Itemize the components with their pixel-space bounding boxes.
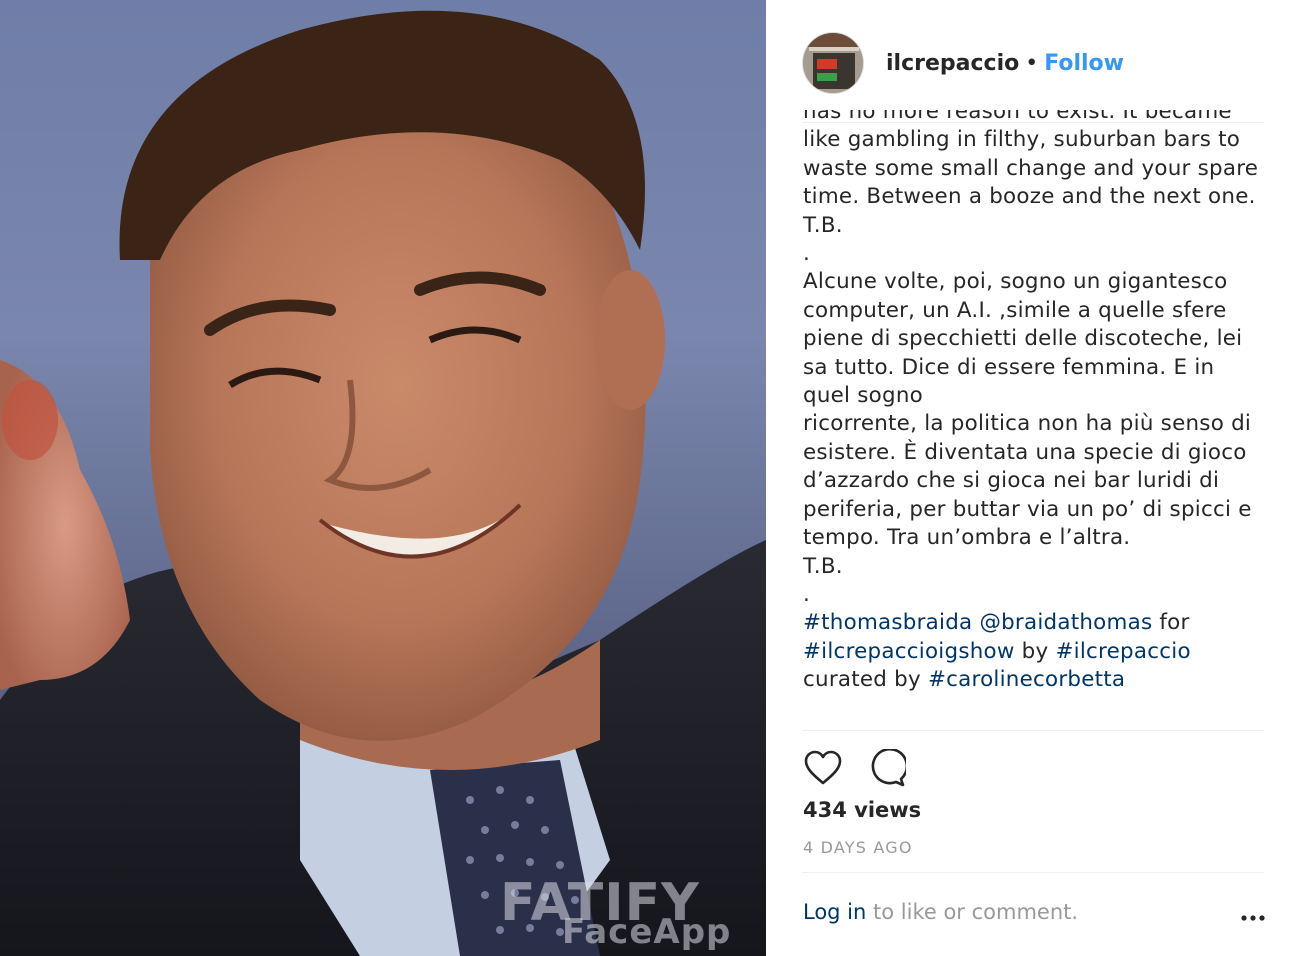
caption-tags-line-2: #ilcrepaccioigshow by #ilcrepaccio <box>803 638 1273 666</box>
watermark-small: FaceApp <box>562 911 732 952</box>
more-options-button[interactable] <box>1240 908 1266 928</box>
caption-line: d’azzardo che si gioca nei bar luridi di <box>803 468 1220 494</box>
post-header: ilcrepaccio • Follow <box>802 30 1264 96</box>
caption-text-fragment: curated by <box>803 667 921 693</box>
login-suffix: to like or comment. <box>873 900 1079 924</box>
caption-line: time. Between a booze and the next one. <box>803 184 1256 210</box>
caption-line: T.B. <box>803 212 843 238</box>
caption-tags-line-3: curated by #carolinecorbetta <box>803 666 1273 694</box>
like-button[interactable] <box>802 747 844 789</box>
post-photo <box>0 10 766 956</box>
comment-button[interactable] <box>866 747 908 789</box>
login-link[interactable]: Log in <box>803 900 866 924</box>
caption-line: . <box>803 581 811 607</box>
caption-line: . <box>803 241 811 267</box>
post-media[interactable]: FATIFY FaceApp <box>0 0 766 956</box>
caption-line: waste some small change and your spare <box>803 155 1259 181</box>
hashtag-link[interactable]: #carolinecorbetta <box>928 667 1125 692</box>
post-side-panel: ilcrepaccio • Follow has no more reason … <box>766 0 1300 956</box>
login-prompt: Log in to like or comment. <box>803 900 1265 930</box>
mention-link[interactable]: @braidathomas <box>979 610 1152 635</box>
post-date[interactable]: 4 DAYS AGO <box>803 838 913 857</box>
post-actions <box>802 746 930 790</box>
caption-line: ricorrente, la politica non ha più senso… <box>803 411 1252 437</box>
follow-button[interactable]: Follow <box>1044 51 1124 76</box>
hashtag-link[interactable]: #ilcrepaccio <box>1055 639 1190 664</box>
comment-icon <box>871 749 906 787</box>
caption-line: like gambling in filthy, suburban bars t… <box>803 127 1241 153</box>
caption-lines: has no more reason to exist. It became li… <box>803 110 1273 609</box>
caption-tags-line-1: #thomasbraida @braidathomas for <box>803 609 1273 637</box>
more-options-icon <box>1241 915 1265 921</box>
caption-text-fragment: for <box>1159 610 1190 636</box>
caption-line: tempo. Tra un’ombra e l’altra. <box>803 525 1131 551</box>
caption-text-fragment: by <box>1021 638 1049 664</box>
caption-line: piene di specchietti delle discoteche, l… <box>803 326 1243 352</box>
hashtag-link[interactable]: #thomasbraida <box>803 610 972 635</box>
views-count: 434 views <box>803 798 922 822</box>
caption-divider <box>802 730 1264 731</box>
caption-line: periferia, per buttar via un po’ di spic… <box>803 496 1252 522</box>
caption-line: sa tutto. Dice di essere femmina. E in <box>803 354 1215 380</box>
caption-scroll-area[interactable]: has no more reason to exist. It became li… <box>803 110 1273 710</box>
actions-divider <box>802 872 1264 873</box>
caption-line: has no more reason to exist. It became <box>803 110 1232 124</box>
caption-line: quel sogno <box>803 383 923 409</box>
caption-line: Alcune volte, poi, sogno un gigantesco <box>803 269 1228 295</box>
caption-line: esistere. È diventata una specie di gioc… <box>803 439 1247 465</box>
avatar-image <box>803 33 863 93</box>
header-separator: • <box>1025 50 1039 76</box>
avatar[interactable] <box>802 32 864 94</box>
caption-line: T.B. <box>803 553 843 579</box>
caption-line: computer, un A.I. ,simile a quelle sfere <box>803 297 1227 323</box>
faceapp-watermark: FATIFY FaceApp <box>500 877 760 956</box>
username-link[interactable]: ilcrepaccio <box>886 51 1019 76</box>
caption-text: has no more reason to exist. It became li… <box>803 110 1273 695</box>
hashtag-link[interactable]: #ilcrepaccioigshow <box>803 639 1015 664</box>
heart-icon <box>804 750 842 785</box>
